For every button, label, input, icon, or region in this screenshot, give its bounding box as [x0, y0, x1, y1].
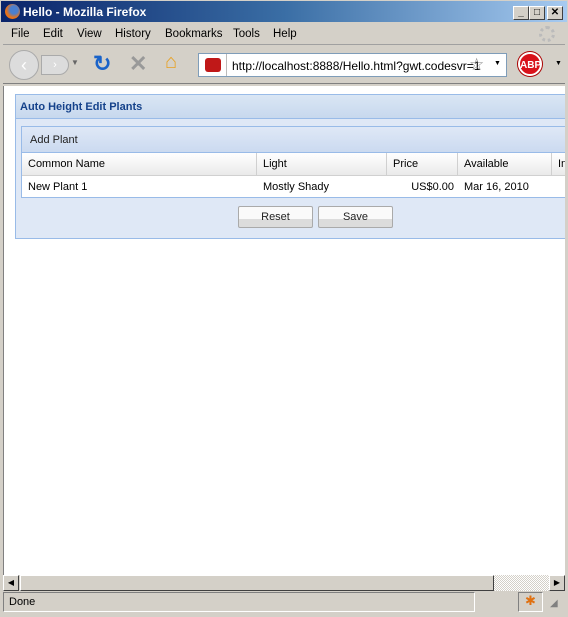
panel-title: Auto Height Edit Plants — [20, 101, 143, 113]
adblock-button[interactable]: ABP — [518, 52, 542, 76]
history-dropdown-icon[interactable]: ▼ — [71, 58, 79, 67]
cell-price[interactable]: US$0.00 — [387, 176, 458, 198]
window-title: Hello - Mozilla Firefox — [23, 5, 147, 19]
column-header-available[interactable]: Available — [458, 153, 552, 175]
grid-header: Common Name Light Price Available In — [22, 153, 565, 176]
page-content: Auto Height Edit Plants Add Plant Common… — [3, 86, 565, 575]
back-button[interactable]: ‹ — [9, 50, 39, 80]
save-button[interactable]: Save — [318, 206, 393, 228]
status-text: Done — [3, 592, 475, 612]
close-button[interactable]: ✕ — [547, 6, 563, 20]
forward-button[interactable]: › — [41, 55, 69, 75]
column-header-common-name[interactable]: Common Name — [22, 153, 257, 175]
minimize-button[interactable]: _ — [513, 6, 529, 20]
cell-light[interactable]: Mostly Shady — [257, 176, 335, 198]
home-icon[interactable]: ⌂ — [165, 51, 177, 74]
grid-toolbar: Add Plant — [22, 127, 565, 153]
menu-file[interactable]: File — [11, 28, 30, 40]
menu-tools[interactable]: Tools — [233, 28, 260, 40]
firebug-icon[interactable]: ✱ — [518, 592, 543, 612]
resize-grip-icon[interactable]: ◢ — [550, 598, 558, 609]
menu-help[interactable]: Help — [273, 28, 297, 40]
add-plant-button[interactable]: Add Plant — [30, 134, 78, 146]
column-header-price[interactable]: Price — [387, 153, 458, 175]
scroll-left-button[interactable]: ◀ — [3, 575, 19, 591]
scroll-right-button[interactable]: ▶ — [549, 575, 565, 591]
url-bar[interactable]: http://localhost:8888/Hello.html?gwt.cod… — [198, 53, 507, 77]
toolbar-overflow-icon[interactable]: ▼ — [555, 60, 562, 67]
column-header-light[interactable]: Light — [257, 153, 387, 175]
column-header-indoor[interactable]: In — [552, 153, 565, 175]
edit-plants-panel: Auto Height Edit Plants Add Plant Common… — [15, 94, 565, 239]
title-bar: Hello - Mozilla Firefox _ □ ✕ — [0, 0, 568, 23]
cell-common-name[interactable]: New Plant 1 — [22, 176, 93, 198]
panel-header: Auto Height Edit Plants — [16, 95, 565, 119]
stop-icon[interactable]: ✕ — [129, 51, 147, 77]
menu-view[interactable]: View — [77, 28, 102, 40]
url-dropdown-icon[interactable]: ▼ — [494, 60, 501, 67]
menu-edit[interactable]: Edit — [43, 28, 63, 40]
reset-button[interactable]: Reset — [238, 206, 313, 228]
horizontal-scrollbar[interactable]: ◀ ▶ — [3, 575, 565, 591]
plants-grid: Add Plant Common Name Light Price Availa… — [21, 126, 565, 198]
reload-icon[interactable]: ↻ — [93, 51, 111, 77]
menu-bar: File Edit View History Bookmarks Tools H… — [3, 24, 565, 45]
menu-history[interactable]: History — [115, 28, 151, 40]
url-input[interactable]: http://localhost:8888/Hello.html?gwt.cod… — [232, 59, 480, 73]
firefox-logo-icon — [5, 4, 20, 19]
site-identity-icon[interactable] — [205, 58, 221, 72]
cell-available[interactable]: Mar 16, 2010 — [458, 176, 535, 198]
status-bar: Done ✱ ◢ — [3, 592, 565, 613]
scrollbar-thumb[interactable] — [20, 575, 494, 591]
maximize-button[interactable]: □ — [529, 6, 545, 20]
throbber-icon — [539, 26, 555, 42]
menu-bookmarks[interactable]: Bookmarks — [165, 28, 223, 40]
scrollbar-track[interactable] — [494, 575, 549, 591]
bookmark-star-icon[interactable]: ☆ — [469, 55, 484, 75]
